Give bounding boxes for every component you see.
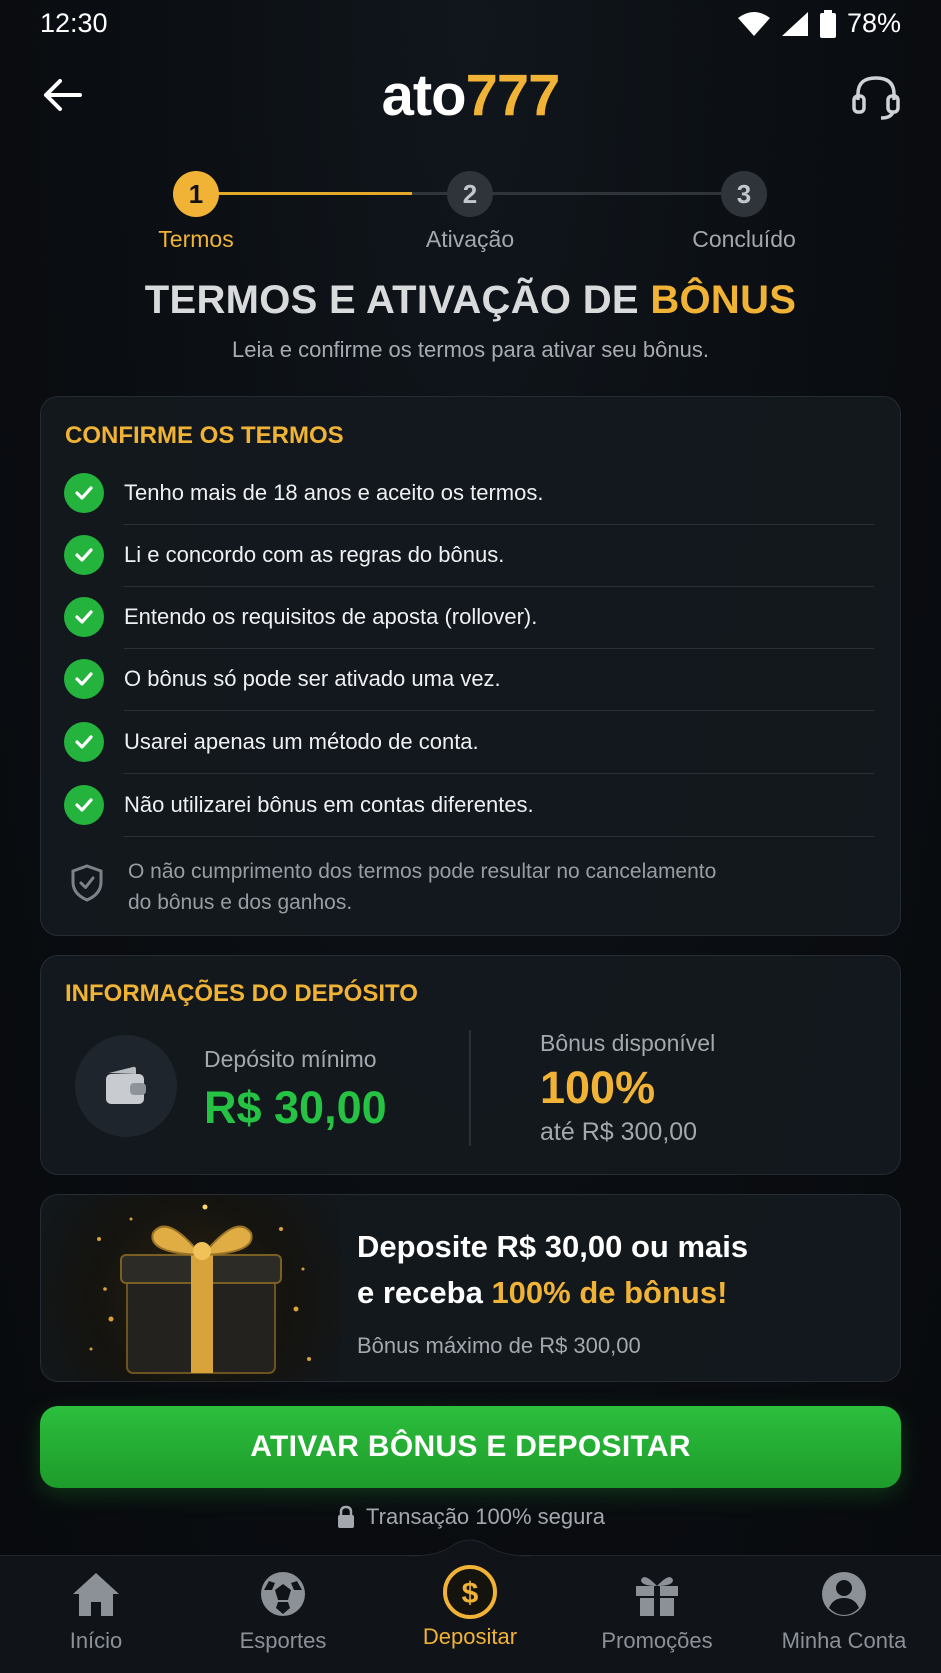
step-1-circle: 1 xyxy=(173,171,219,217)
check-icon xyxy=(64,722,104,762)
check-icon xyxy=(64,785,104,825)
app-logo: ato777 xyxy=(381,63,561,128)
nav-label: Depositar xyxy=(422,1624,518,1649)
term-item[interactable]: Usarei apenas um método de conta. xyxy=(64,711,874,774)
page-subtitle: Leia e confirme os termos para ativar se… xyxy=(232,337,709,362)
step-3-circle: 3 xyxy=(721,171,767,217)
user-icon xyxy=(822,1572,866,1616)
terms-warning: O não cumprimento dos termos pode result… xyxy=(128,860,717,914)
wifi-icon xyxy=(737,11,770,36)
soccer-ball-icon xyxy=(261,1572,305,1616)
wallet-icon xyxy=(106,1066,146,1104)
nav-item-inicio[interactable]: Início xyxy=(2,1570,190,1654)
nav-item-esportes[interactable]: Esportes xyxy=(189,1570,377,1654)
nav-active-notch xyxy=(410,1539,530,1557)
nav-item-minha-conta[interactable]: Minha Conta xyxy=(750,1570,938,1654)
nav-item-promocoes[interactable]: Promoções xyxy=(563,1570,751,1654)
check-icon xyxy=(64,473,104,513)
nav-label: Início xyxy=(69,1628,123,1653)
promo-line-1: Deposite R$ 30,00 ou mais xyxy=(357,1229,749,1264)
nav-label: Esportes xyxy=(239,1628,327,1653)
step-3-label: Concluído xyxy=(692,226,796,252)
secure-transaction-note: Transação 100% segura xyxy=(0,1504,941,1530)
battery-percent: 78% xyxy=(846,8,901,38)
svg-text:$: $ xyxy=(462,1577,479,1610)
bonus-available-label: Bônus disponível xyxy=(540,1030,716,1056)
step-2-label: Ativação xyxy=(425,226,515,252)
lock-icon xyxy=(338,1505,355,1528)
check-icon xyxy=(64,597,104,637)
step-2-circle: 2 xyxy=(447,171,493,217)
signal-icon xyxy=(781,11,808,36)
term-text: Entendo os requisitos de aposta (rollove… xyxy=(124,586,874,649)
status-indicators: 78% xyxy=(737,8,901,39)
gift-icon xyxy=(636,1577,678,1616)
headset-support-icon[interactable] xyxy=(851,72,901,122)
nav-label: Promoções xyxy=(601,1628,713,1653)
promo-note: Bônus máximo de R$ 300,00 xyxy=(357,1333,641,1358)
battery-icon xyxy=(819,9,836,38)
min-deposit-label: Depósito mínimo xyxy=(204,1046,377,1072)
dollar-coin-icon: $ xyxy=(443,1565,497,1619)
term-item[interactable]: Tenho mais de 18 anos e aceito os termos… xyxy=(64,462,874,525)
bonus-percent-value: 100% xyxy=(540,1062,656,1113)
step-1-label: Termos xyxy=(158,226,234,252)
min-deposit-value: R$ 30,00 xyxy=(204,1082,387,1133)
check-icon xyxy=(64,535,104,575)
term-item[interactable]: Li e concordo com as regras do bônus. xyxy=(64,524,874,587)
nav-label: Minha Conta xyxy=(781,1628,907,1653)
shield-check-icon xyxy=(71,864,103,902)
page-title: TERMOS E ATIVAÇÃO DE BÔNUS xyxy=(144,278,797,322)
term-text: Usarei apenas um método de conta. xyxy=(124,711,874,774)
term-item[interactable]: Não utilizarei bônus em contas diferente… xyxy=(64,774,874,837)
wallet-badge xyxy=(75,1035,177,1137)
promo-line-2: e receba 100% de bônus! xyxy=(357,1275,728,1310)
term-text: Não utilizarei bônus em contas diferente… xyxy=(124,774,874,837)
deposit-card-title: INFORMAÇÕES DO DEPÓSITO xyxy=(65,980,418,1007)
term-text: O bônus só pode ser ativado uma vez. xyxy=(124,648,874,711)
bonus-cap-value: até R$ 300,00 xyxy=(540,1118,698,1146)
divider xyxy=(469,1030,471,1146)
gift-box-image xyxy=(89,1204,311,1374)
term-item[interactable]: Entendo os requisitos de aposta (rollove… xyxy=(64,586,874,649)
terms-card-title: CONFIRME OS TERMOS xyxy=(65,422,344,449)
term-text: Li e concordo com as regras do bônus. xyxy=(124,524,874,587)
promo-card: Deposite R$ 30,00 ou mais e receba 100% … xyxy=(40,1194,901,1382)
home-icon xyxy=(73,1573,119,1616)
nav-item-depositar[interactable]: $ Depositar xyxy=(376,1565,564,1650)
check-icon xyxy=(64,659,104,699)
activate-bonus-deposit-button[interactable]: ATIVAR BÔNUS E DEPOSITAR xyxy=(40,1406,901,1488)
stepper-progress-line xyxy=(196,192,412,195)
term-text: Tenho mais de 18 anos e aceito os termos… xyxy=(124,462,874,525)
term-item[interactable]: O bônus só pode ser ativado uma vez. xyxy=(64,648,874,711)
status-time: 12:30 xyxy=(40,8,108,38)
